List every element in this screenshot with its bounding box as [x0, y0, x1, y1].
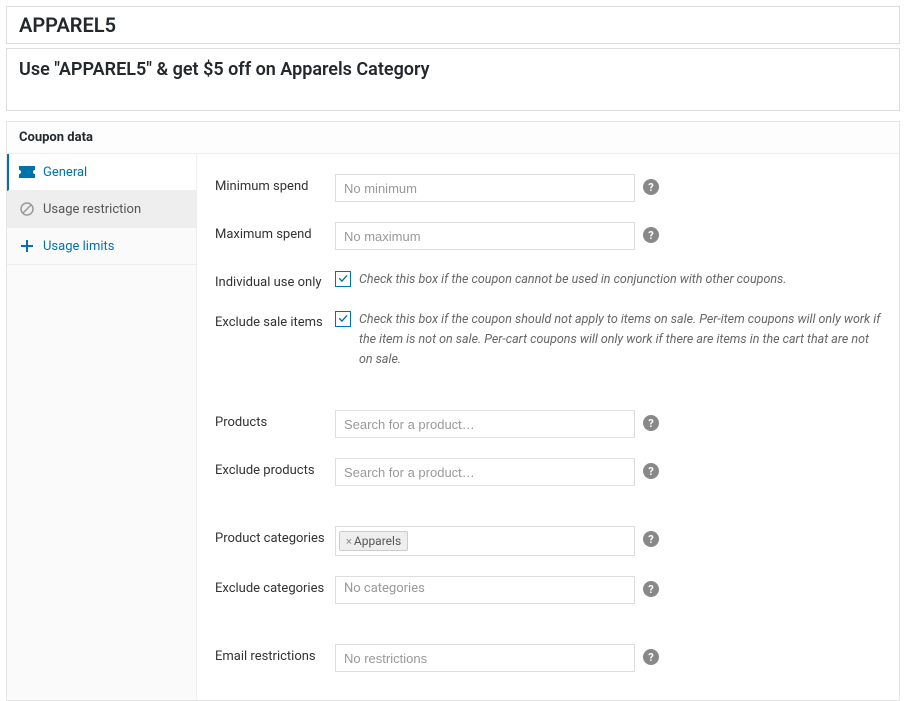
help-icon[interactable]: ?	[643, 581, 659, 597]
exclude-products-input[interactable]	[335, 458, 635, 486]
coupon-code-container: APPAREL5	[6, 6, 900, 44]
products-input[interactable]	[335, 410, 635, 438]
individual-use-checkbox[interactable]: ✓	[335, 271, 351, 287]
panel-title: Coupon data	[19, 130, 887, 145]
row-maximum-spend: Maximum spend ?	[215, 212, 881, 260]
help-icon[interactable]: ?	[643, 649, 659, 665]
category-pill: × Apparels	[339, 531, 408, 551]
tabs-sidebar: General Usage restriction Usage limits	[7, 154, 197, 700]
row-products: Products ?	[215, 400, 881, 448]
coupon-description: Use "APPAREL5" & get $5 off on Apparels …	[19, 59, 887, 80]
coupon-code-title: APPAREL5	[19, 13, 887, 37]
exclude-sale-description: Check this box if the coupon should not …	[359, 310, 881, 370]
ticket-icon	[19, 164, 35, 180]
row-exclude-products: Exclude products ?	[215, 448, 881, 496]
help-icon[interactable]: ?	[643, 463, 659, 479]
label-exclude-products: Exclude products	[215, 458, 335, 478]
exclude-sale-checkbox[interactable]: ✓	[335, 311, 351, 327]
label-exclude-sale: Exclude sale items	[215, 310, 335, 330]
label-product-categories: Product categories	[215, 526, 335, 546]
email-restrictions-input[interactable]	[335, 644, 635, 672]
label-exclude-categories: Exclude categories	[215, 576, 335, 596]
remove-category-icon[interactable]: ×	[346, 535, 352, 548]
tab-label: General	[43, 165, 87, 180]
help-icon[interactable]: ?	[643, 415, 659, 431]
label-maximum-spend: Maximum spend	[215, 222, 335, 242]
row-email-restrictions: Email restrictions ?	[215, 634, 881, 682]
tab-label: Usage limits	[43, 239, 114, 254]
label-individual-use: Individual use only	[215, 270, 335, 290]
plus-icon	[19, 238, 35, 254]
help-icon[interactable]: ?	[643, 179, 659, 195]
label-products: Products	[215, 410, 335, 430]
tab-label: Usage restriction	[43, 202, 141, 217]
label-email-restrictions: Email restrictions	[215, 644, 335, 664]
row-minimum-spend: Minimum spend ?	[215, 164, 881, 212]
minimum-spend-input[interactable]	[335, 174, 635, 202]
help-icon[interactable]: ?	[643, 531, 659, 547]
row-product-categories: Product categories × Apparels ?	[215, 516, 881, 566]
row-individual-use: Individual use only ✓ Check this box if …	[215, 260, 881, 300]
tab-usage-limits[interactable]: Usage limits	[7, 228, 196, 265]
individual-use-description: Check this box if the coupon cannot be u…	[359, 270, 787, 290]
form-content: Minimum spend ? Maximum spend ? Individu…	[197, 154, 899, 700]
coupon-description-container: Use "APPAREL5" & get $5 off on Apparels …	[6, 48, 900, 111]
coupon-data-panel: Coupon data General Usage restriction Us…	[6, 121, 900, 701]
exclude-categories-select[interactable]: No categories	[335, 576, 635, 604]
tab-general[interactable]: General	[7, 154, 196, 191]
row-exclude-categories: Exclude categories No categories ?	[215, 566, 881, 614]
tab-usage-restriction[interactable]: Usage restriction	[7, 191, 196, 228]
help-icon[interactable]: ?	[643, 227, 659, 243]
ban-icon	[19, 201, 35, 217]
category-pill-label: Apparels	[354, 534, 401, 548]
panel-header: Coupon data	[7, 122, 899, 154]
product-categories-select[interactable]: × Apparels	[335, 526, 635, 556]
label-minimum-spend: Minimum spend	[215, 174, 335, 194]
row-exclude-sale: Exclude sale items ✓ Check this box if t…	[215, 300, 881, 380]
maximum-spend-input[interactable]	[335, 222, 635, 250]
